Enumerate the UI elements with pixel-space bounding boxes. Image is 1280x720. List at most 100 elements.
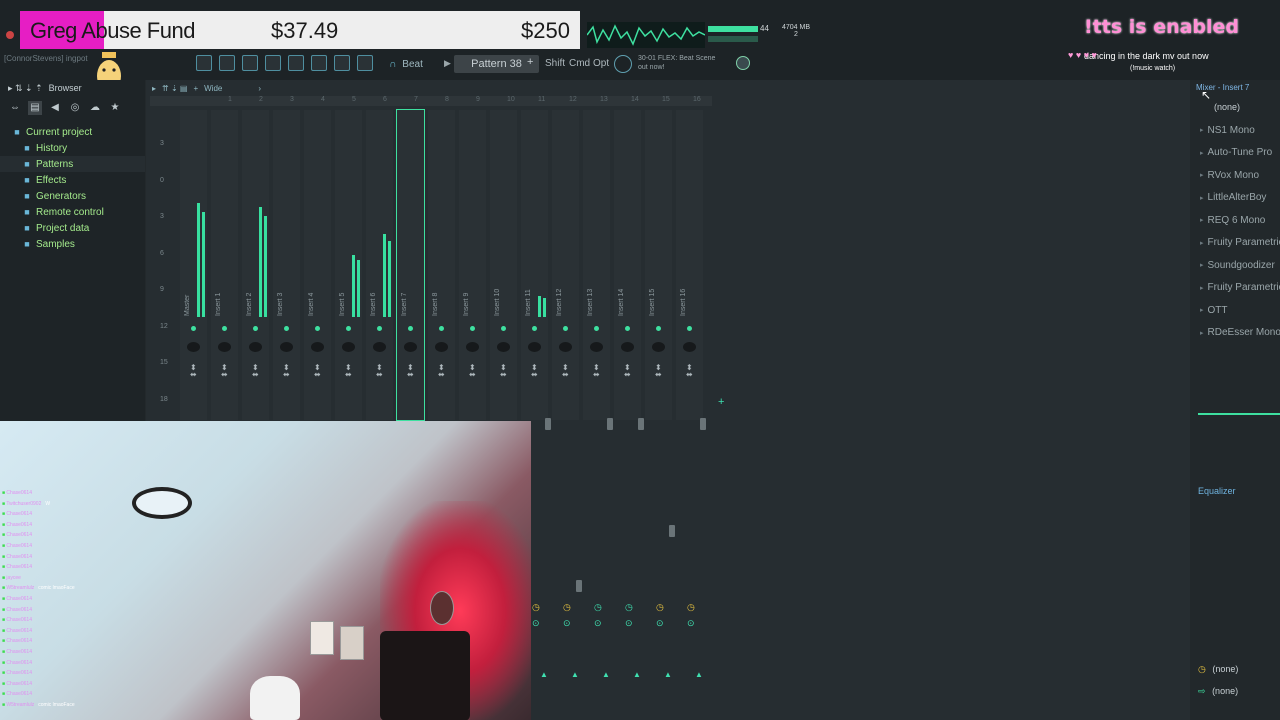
play-icon[interactable]: ▶ [444, 58, 451, 69]
news-hint[interactable]: 30-01 FLEX: Beat Scene out now! [638, 54, 715, 72]
effect-slot[interactable]: ▸ REQ 6 Mono [1200, 210, 1280, 230]
mixer-track[interactable]: Insert 15 ⬍ ⬌ [645, 110, 672, 420]
mixer-track[interactable]: Insert 7 ⬍ ⬌ [396, 109, 425, 421]
stereo-separation-icon[interactable]: ⬍ ⬌ [438, 364, 445, 379]
track-enable-led[interactable] [470, 326, 475, 331]
stereo-separation-icon[interactable]: ⬍ ⬌ [376, 364, 383, 379]
record-indicator-icon[interactable] [6, 31, 14, 39]
pan-knob[interactable] [187, 342, 200, 352]
pan-knob[interactable] [373, 342, 386, 352]
browser-item[interactable]: ■ Generators [0, 188, 145, 204]
mixer-tool-icon[interactable]: ⇈ ⇣ ▤ [162, 84, 187, 93]
send-arrow-icon[interactable]: ▲ [571, 670, 579, 679]
mixer-track[interactable]: Insert 6 ⬍ ⬌ [366, 110, 393, 420]
pan-knob[interactable] [311, 342, 324, 352]
pan-knob[interactable] [652, 342, 665, 352]
effect-slot[interactable]: ▸ RDeEsser Mono [1200, 323, 1280, 343]
track-enable-led[interactable] [284, 326, 289, 331]
channel-rack-icon[interactable] [265, 55, 281, 71]
browser-item[interactable]: ■ Samples [0, 236, 145, 252]
effect-slot[interactable]: ▸ Fruity Parametric [1200, 233, 1280, 253]
track-enable-led[interactable] [532, 326, 537, 331]
track-enable-led[interactable] [408, 326, 413, 331]
file-icon[interactable]: ▤ [28, 101, 42, 115]
mixer-menu-icon[interactable]: ▸ [152, 84, 156, 93]
add-icon[interactable]: + [193, 84, 198, 93]
mixer-track[interactable]: Insert 8 ⬍ ⬌ [428, 110, 455, 420]
mixer-track[interactable]: Insert 4 ⬍ ⬌ [304, 110, 331, 420]
add-track-icon[interactable]: + [718, 396, 724, 408]
track-enable-led[interactable] [315, 326, 320, 331]
track-enable-led[interactable] [501, 326, 506, 331]
pan-knob[interactable] [466, 342, 479, 352]
browser-item[interactable]: ■ History [0, 140, 145, 156]
send-arrow-icon[interactable]: ▲ [602, 670, 610, 679]
stereo-separation-icon[interactable]: ⬍ ⬌ [624, 364, 631, 379]
send-knob-icon[interactable]: ◷ [656, 602, 664, 613]
pan-knob[interactable] [249, 342, 262, 352]
volume-fader[interactable] [607, 418, 613, 430]
mixer-track[interactable]: Master ⬍ ⬌ [180, 110, 207, 420]
send-knob-icon[interactable]: ◷ [687, 602, 695, 613]
route-icon[interactable]: ⊙ [687, 618, 695, 629]
send-arrow-icon[interactable]: ▲ [540, 670, 548, 679]
effect-slot[interactable]: ▸ Fruity Parametric [1200, 278, 1280, 298]
send-knob-icon[interactable]: ◷ [625, 602, 633, 613]
mixer-track[interactable]: Insert 11 ⬍ ⬌ [521, 110, 548, 420]
route-icon[interactable]: ⊙ [563, 618, 571, 629]
pan-knob[interactable] [404, 342, 417, 352]
stereo-separation-icon[interactable]: ⬍ ⬌ [345, 364, 352, 379]
stereo-separation-icon[interactable]: ⬍ ⬌ [221, 364, 228, 379]
stereo-separation-icon[interactable]: ⬍ ⬌ [252, 364, 259, 379]
browser-item[interactable]: ■ Remote control [0, 204, 145, 220]
mixer-track[interactable]: Insert 12 ⬍ ⬌ [552, 110, 579, 420]
route-icon[interactable]: ⊙ [532, 618, 540, 629]
browser-item[interactable]: ■ Project data [0, 220, 145, 236]
mixer-track[interactable]: Insert 3 ⬍ ⬌ [273, 110, 300, 420]
pan-knob[interactable] [683, 342, 696, 352]
volume-fader[interactable] [638, 418, 644, 430]
mixer-track[interactable]: Insert 13 ⬍ ⬌ [583, 110, 610, 420]
stereo-separation-icon[interactable]: ⬍ ⬌ [469, 364, 476, 379]
pan-knob[interactable] [621, 342, 634, 352]
volume-fader[interactable] [669, 525, 675, 537]
mixer-track[interactable]: Insert 5 ⬍ ⬌ [335, 110, 362, 420]
plugin-picker-icon[interactable] [311, 55, 327, 71]
track-enable-led[interactable] [563, 326, 568, 331]
view-mode-label[interactable]: Wide [204, 84, 222, 93]
route-out[interactable]: ⇨ (none) [1198, 686, 1238, 697]
stereo-separation-icon[interactable]: ⬍ ⬌ [500, 364, 507, 379]
beat-mode-selector[interactable]: ∩ Beat [376, 55, 436, 73]
volume-fader[interactable] [545, 418, 551, 430]
track-enable-led[interactable] [222, 326, 227, 331]
track-enable-led[interactable] [253, 326, 258, 331]
volume-fader[interactable] [700, 418, 706, 430]
send-arrow-icon[interactable]: ▲ [633, 670, 641, 679]
effect-slot[interactable]: ▸ OTT [1200, 300, 1280, 320]
track-enable-led[interactable] [594, 326, 599, 331]
effect-slot[interactable]: ▸ RVox Mono [1200, 165, 1280, 185]
pan-knob[interactable] [528, 342, 541, 352]
send-knob-icon[interactable]: ◷ [532, 602, 540, 613]
volume-fader[interactable] [576, 580, 582, 592]
shift-key[interactable]: Shift [545, 58, 565, 69]
track-enable-led[interactable] [346, 326, 351, 331]
send-knob-icon[interactable]: ◷ [594, 602, 602, 613]
stereo-separation-icon[interactable]: ⬍ ⬌ [562, 364, 569, 379]
track-enable-led[interactable] [439, 326, 444, 331]
snap-icon[interactable] [196, 55, 212, 71]
route-icon[interactable]: ⊙ [656, 618, 664, 629]
route-in[interactable]: ◷ (none) [1198, 664, 1238, 675]
send-arrow-icon[interactable]: ▲ [695, 670, 703, 679]
send-arrow-icon[interactable]: ▲ [664, 670, 672, 679]
effect-slot[interactable]: ▸ Soundgoodizer [1200, 255, 1280, 275]
browser-item[interactable]: ■ Current project [0, 124, 145, 140]
stereo-separation-icon[interactable]: ⬍ ⬌ [531, 364, 538, 379]
track-enable-led[interactable] [377, 326, 382, 331]
input-slot[interactable]: (none) [1214, 102, 1240, 112]
track-enable-led[interactable] [656, 326, 661, 331]
back-icon[interactable]: ◀ [48, 101, 62, 115]
cloud-icon[interactable]: ☁ [88, 101, 102, 115]
stereo-separation-icon[interactable]: ⬍ ⬌ [686, 364, 693, 379]
online-news-icon[interactable] [614, 55, 632, 73]
